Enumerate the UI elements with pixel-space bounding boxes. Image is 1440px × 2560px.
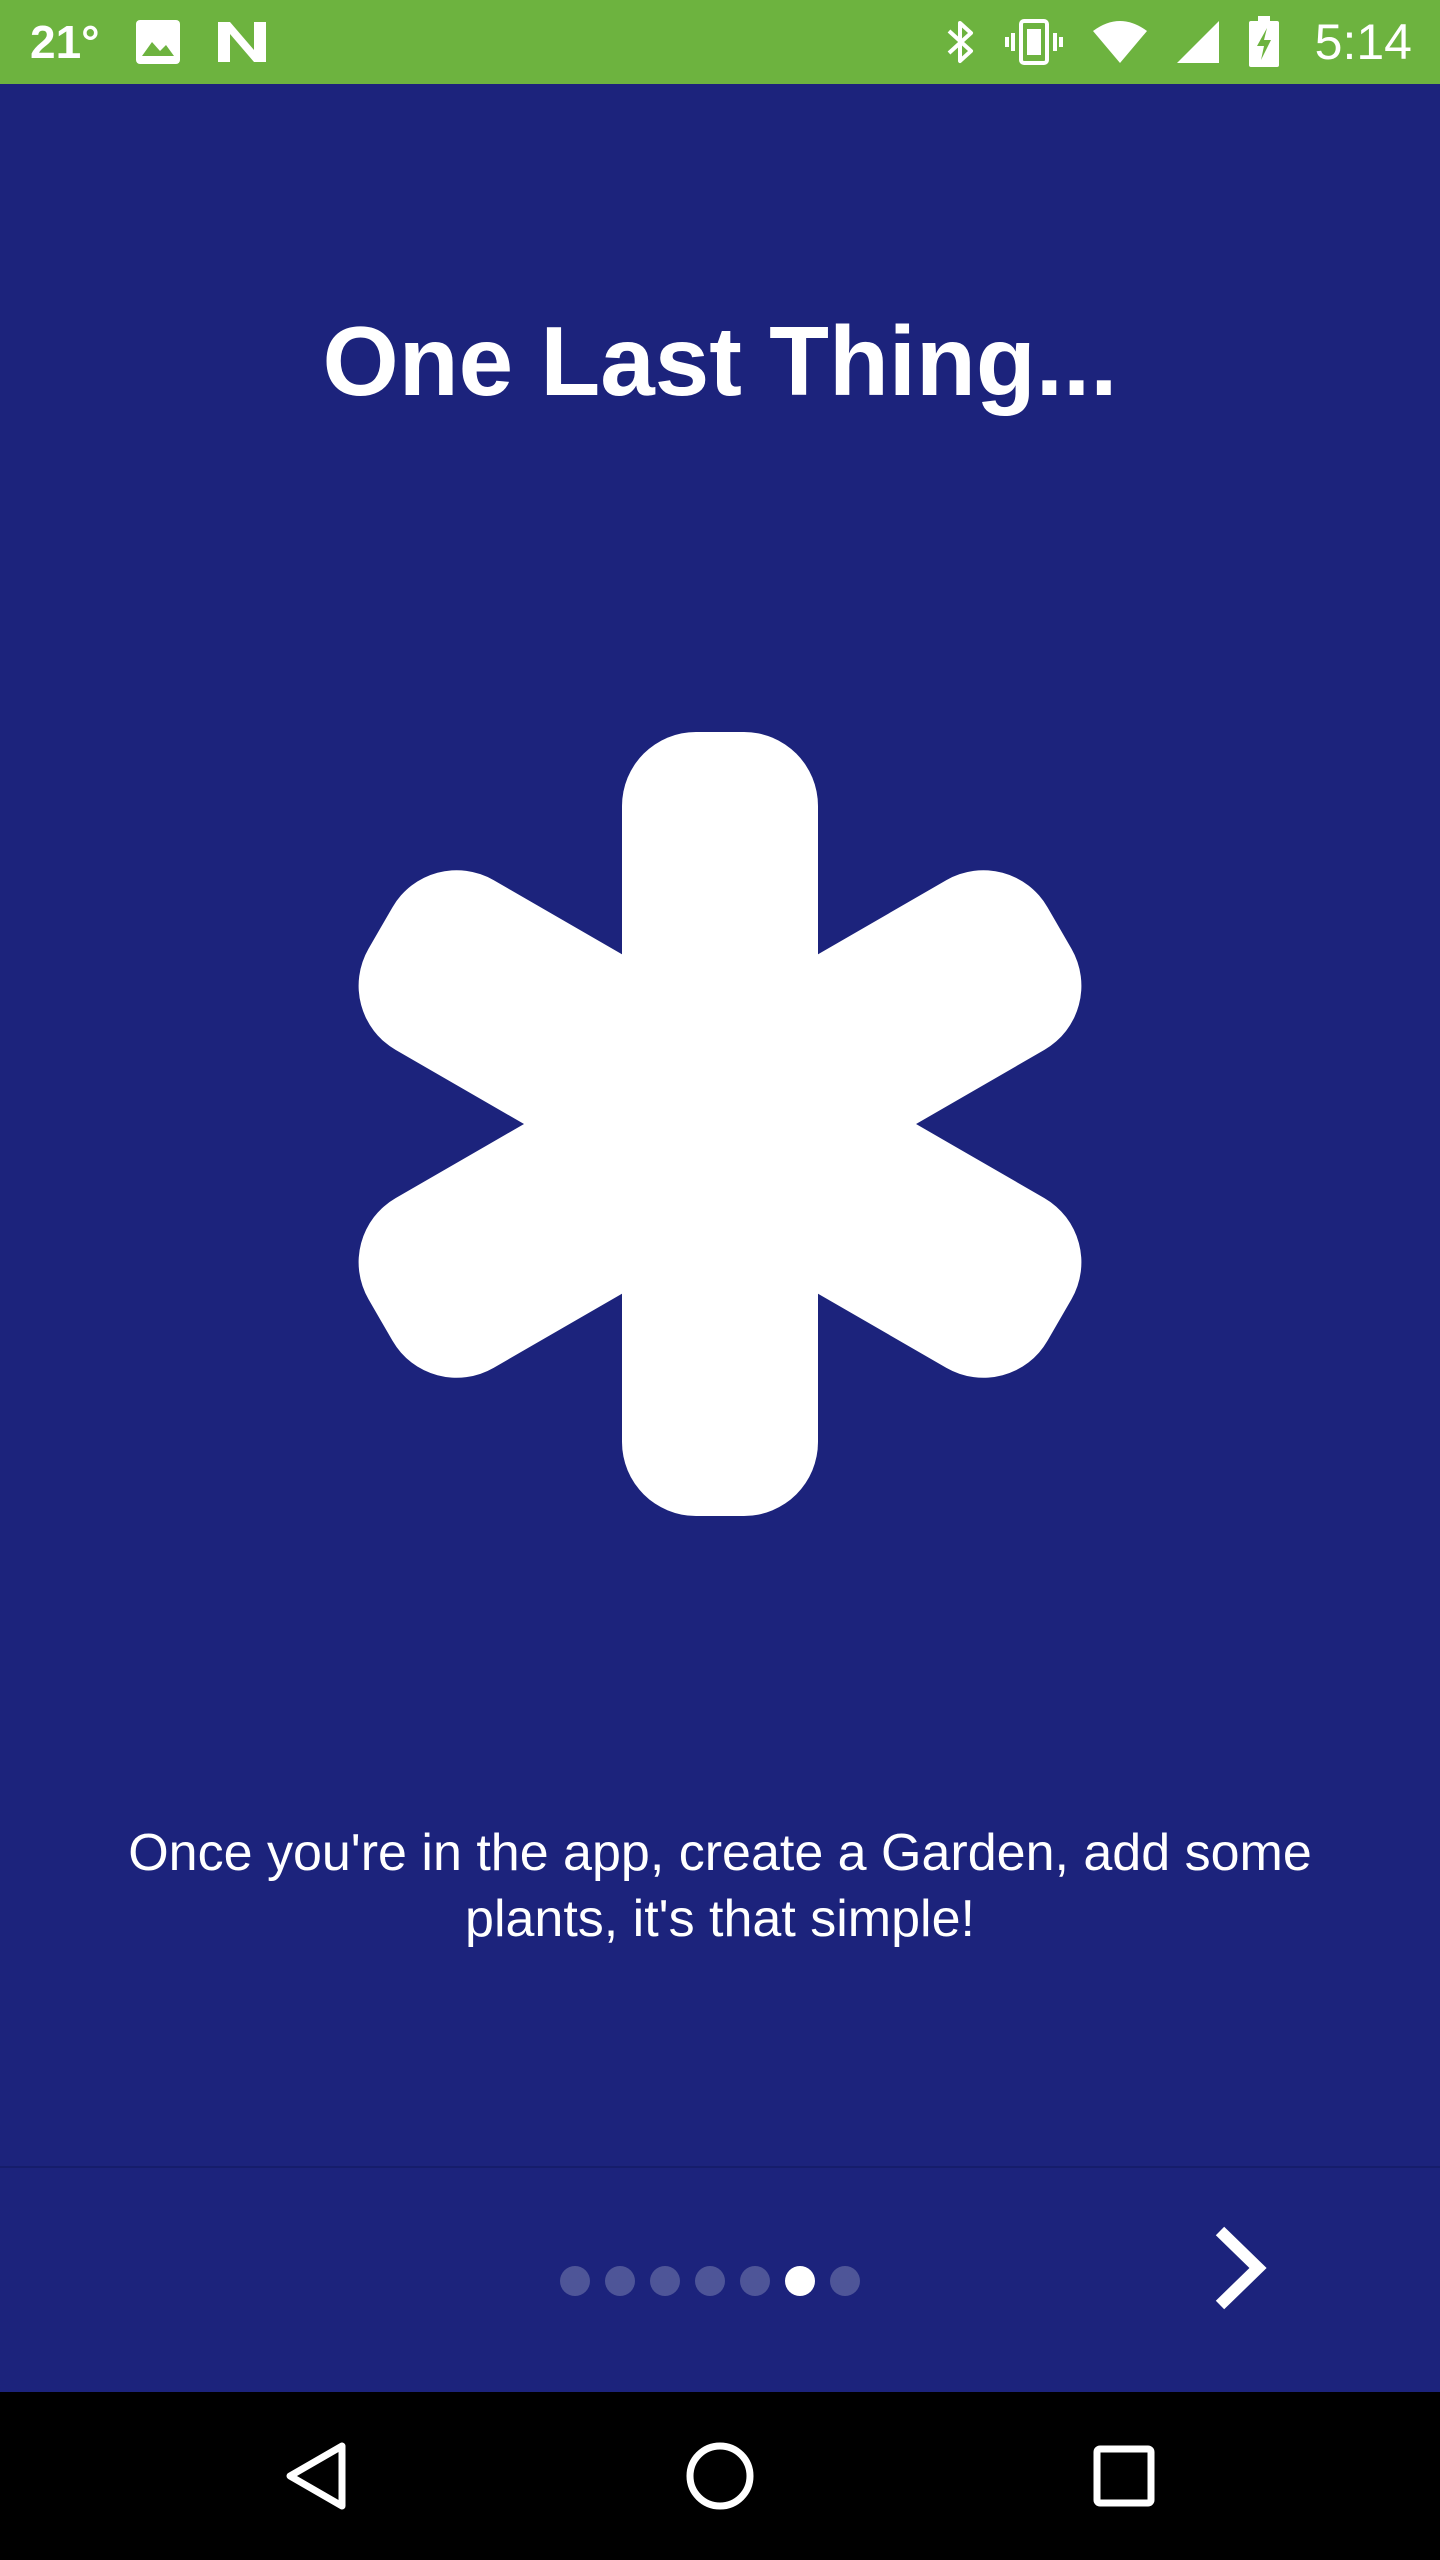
recents-icon bbox=[1092, 2444, 1156, 2508]
page-dot-1 bbox=[560, 2266, 590, 2296]
page-indicator bbox=[560, 2266, 860, 2296]
bluetooth-icon bbox=[945, 17, 977, 67]
page-dot-2 bbox=[605, 2266, 635, 2296]
page-dot-4 bbox=[695, 2266, 725, 2296]
system-nav-bar bbox=[0, 2392, 1440, 2560]
status-bar: 21° 5:14 bbox=[0, 0, 1440, 84]
clock-text: 5:14 bbox=[1314, 14, 1412, 70]
onboarding-page: One Last Thing... Once you're in the app… bbox=[0, 84, 1440, 2167]
page-dot-5 bbox=[740, 2266, 770, 2296]
asterisk-icon bbox=[350, 724, 1090, 1529]
pager-bar bbox=[0, 2166, 1440, 2394]
wifi-icon bbox=[1091, 19, 1149, 65]
recents-button[interactable] bbox=[1074, 2426, 1174, 2526]
next-button[interactable] bbox=[1180, 2208, 1300, 2328]
page-description: Once you're in the app, create a Garden,… bbox=[128, 1824, 1312, 1948]
cell-signal-icon bbox=[1175, 19, 1221, 65]
chevron-right-icon bbox=[1210, 2223, 1270, 2313]
page-dot-7 bbox=[830, 2266, 860, 2296]
image-notification-icon bbox=[134, 18, 182, 66]
vibrate-icon bbox=[1003, 17, 1065, 67]
page-title: One Last Thing... bbox=[322, 306, 1118, 416]
battery-charging-icon bbox=[1247, 16, 1281, 68]
temperature-text: 21° bbox=[30, 16, 100, 68]
n-app-notification-icon bbox=[216, 18, 268, 66]
back-button[interactable] bbox=[266, 2426, 366, 2526]
page-dot-6-active bbox=[785, 2266, 815, 2296]
home-icon bbox=[684, 2440, 756, 2512]
back-icon bbox=[284, 2440, 348, 2512]
page-dot-3 bbox=[650, 2266, 680, 2296]
home-button[interactable] bbox=[670, 2426, 770, 2526]
